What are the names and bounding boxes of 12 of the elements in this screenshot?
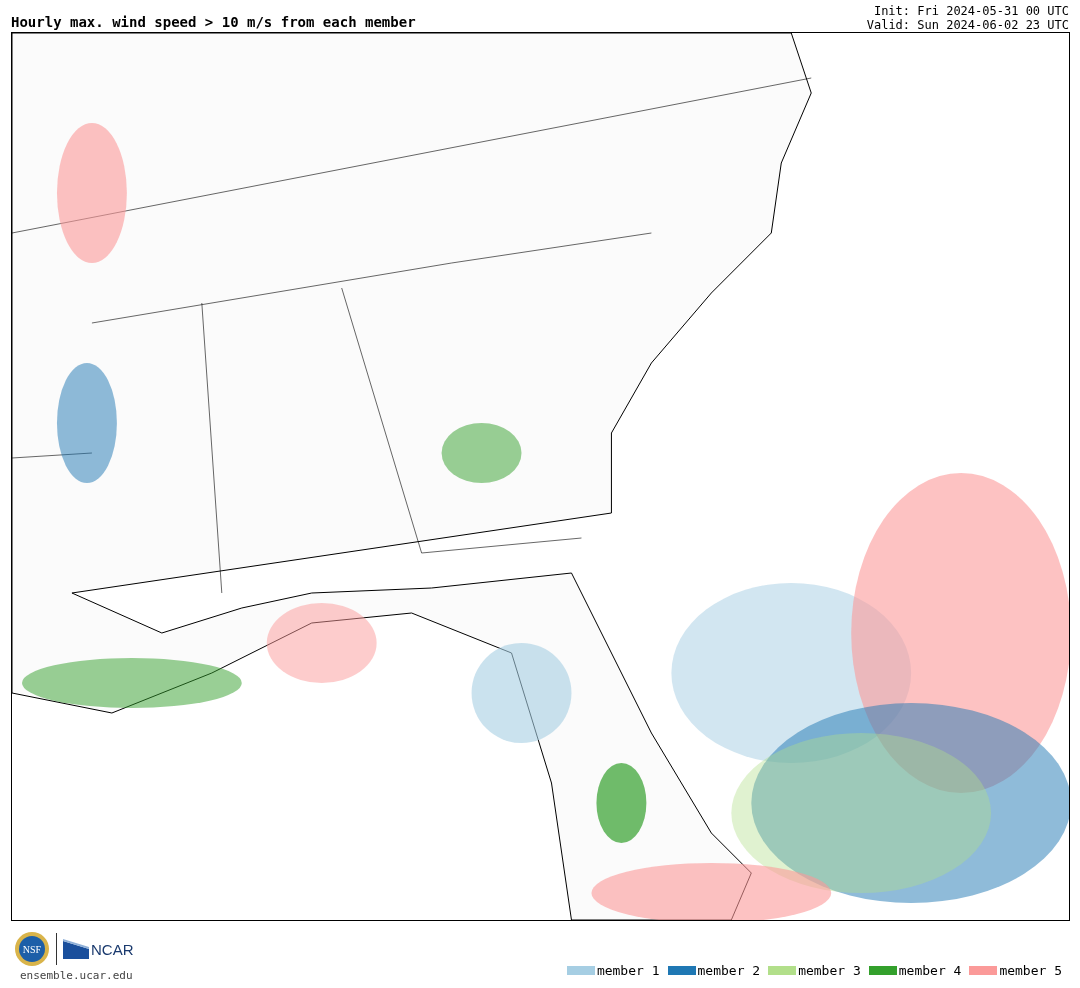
- site-url[interactable]: ensemble.ucar.edu: [14, 969, 134, 982]
- legend-label: member 3: [798, 963, 861, 978]
- legend-label: member 4: [898, 963, 962, 978]
- ncar-logo-icon: [63, 939, 89, 959]
- ncar-logo-text: NCAR: [91, 940, 134, 958]
- legend-label: member 5: [999, 963, 1062, 978]
- nsf-logo-icon: NSF: [14, 931, 50, 967]
- plot-title: Hourly max. wind speed > 10 m/s from each member: [11, 14, 416, 32]
- init-time: Init: Fri 2024-05-31 00 UTC: [872, 4, 1069, 18]
- legend-label: member 2: [697, 963, 761, 978]
- valid-time: Valid: Sun 2024-06-02 23 UTC: [866, 18, 1069, 32]
- legend-label: member 1: [596, 963, 660, 978]
